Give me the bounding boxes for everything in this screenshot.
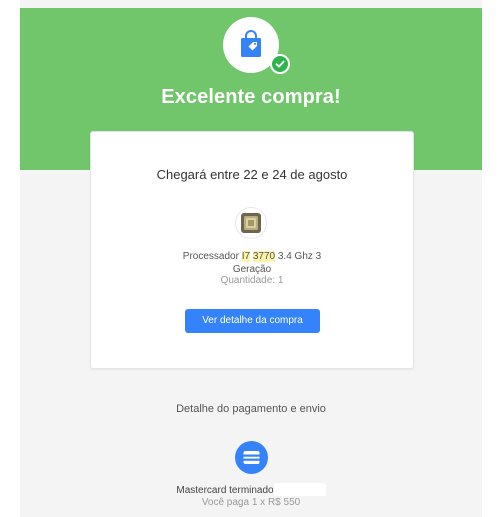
redacted-card-digits [273, 483, 326, 496]
delivery-estimate: Chegará entre 22 e 24 de agosto [156, 167, 348, 182]
order-card: Chegará entre 22 e 24 de agosto Processa… [90, 131, 414, 369]
search-highlight: I7 [241, 251, 251, 262]
credit-card-icon [235, 441, 268, 474]
product-quantity: Quantidade: 1 [220, 275, 284, 286]
payment-section-title: Detalhe do pagamento e envio [176, 403, 326, 415]
page-title: Excelente compra! [161, 86, 341, 108]
check-icon [270, 54, 290, 74]
processor-chip-icon [236, 208, 266, 238]
payment-method: Mastercard terminado [20, 483, 482, 496]
payment-method-text: Mastercard terminado [176, 485, 274, 496]
view-purchase-detail-button[interactable]: Ver detalhe da compra [185, 309, 320, 333]
product-name[interactable]: Processador I7 3770 3.4 Ghz 3 Geração [171, 250, 333, 276]
payment-amount: Você paga 1 x R$ 550 [201, 497, 301, 508]
search-highlight: 3770 [252, 251, 276, 262]
product-name-prefix: Processador [182, 251, 242, 262]
email-body: Excelente compra! Chegará entre 22 e 24 … [20, 0, 482, 517]
